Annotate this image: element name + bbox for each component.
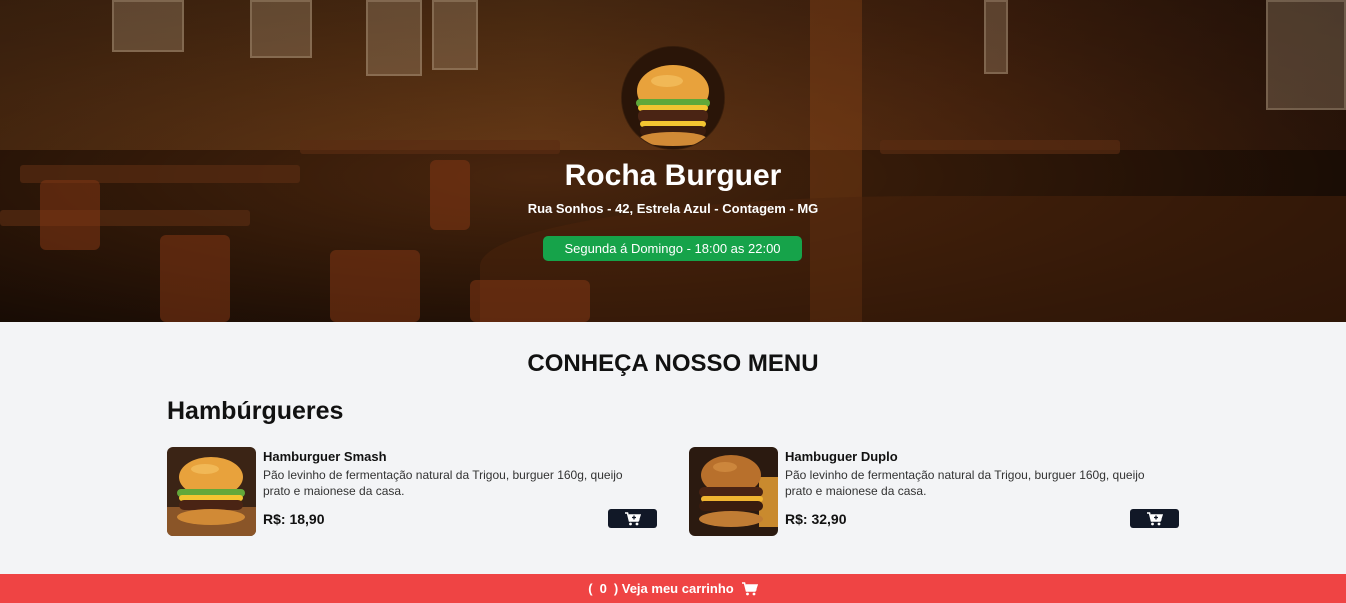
hero-chair xyxy=(330,250,420,322)
product-name: Hambuguer Duplo xyxy=(785,449,898,464)
wall-frame xyxy=(112,0,184,52)
cart-plus-icon xyxy=(1146,511,1163,525)
view-cart-button[interactable]: ( 0 ) Veja meu carrinho xyxy=(0,574,1346,603)
burger-image-icon xyxy=(689,447,778,536)
hero-table xyxy=(880,140,1120,154)
hero-banner: Rocha Burguer Rua Sonhos - 42, Estrela A… xyxy=(0,0,1346,322)
add-to-cart-button[interactable] xyxy=(608,509,657,528)
product-name: Hamburguer Smash xyxy=(263,449,387,464)
hero-chair xyxy=(160,235,230,322)
add-to-cart-button[interactable] xyxy=(1130,509,1179,528)
wall-frame xyxy=(1266,0,1346,110)
cart-open-paren: ( xyxy=(588,581,593,596)
opening-hours-badge: Segunda á Domingo - 18:00 as 22:00 xyxy=(543,236,802,261)
product-description: Pão levinho de fermentação natural da Tr… xyxy=(785,468,1145,498)
product-card: Hambuguer Duplo Pão levinho de fermentaç… xyxy=(689,447,1179,537)
cart-label: ) Veja meu carrinho xyxy=(613,581,734,596)
product-image xyxy=(689,447,778,536)
wall-frame xyxy=(366,0,422,76)
product-description: Pão levinho de fermentação natural da Tr… xyxy=(263,468,623,498)
burger-image-icon xyxy=(167,447,256,536)
cart-plus-icon xyxy=(624,511,641,525)
category-title: Hambúrgueres xyxy=(167,397,344,425)
restaurant-address: Rua Sonhos - 42, Estrela Azul - Contagem… xyxy=(527,201,819,216)
product-price: R$: 32,90 xyxy=(785,511,847,527)
cart-count: 0 xyxy=(599,581,607,596)
product-price: R$: 18,90 xyxy=(263,511,325,527)
menu-title: CONHEÇA NOSSO MENU xyxy=(527,350,819,377)
wall-frame xyxy=(432,0,478,70)
product-card: Hamburguer Smash Pão levinho de fermenta… xyxy=(167,447,657,537)
hero-chair xyxy=(470,280,590,322)
hero-table xyxy=(300,140,560,154)
product-image xyxy=(167,447,256,536)
cart-icon xyxy=(741,581,758,595)
restaurant-name: Rocha Burguer xyxy=(564,159,782,192)
wall-frame xyxy=(984,0,1008,74)
burger-logo-icon xyxy=(622,47,724,149)
wall-frame xyxy=(250,0,312,58)
restaurant-logo xyxy=(622,47,724,149)
